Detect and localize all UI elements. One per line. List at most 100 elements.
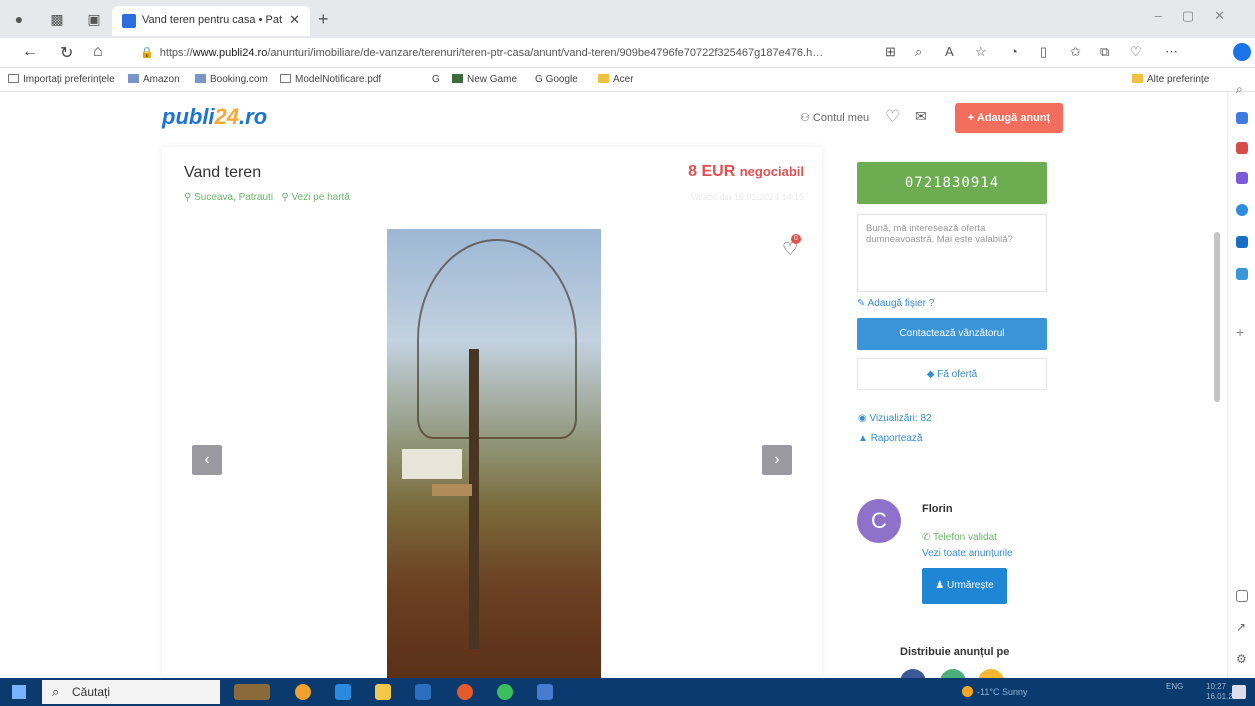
ad-title: Vand teren [184,164,262,181]
favorite-star-icon[interactable]: ☆ [975,44,987,60]
sidebar-external-icon[interactable]: ↗ [1236,620,1248,634]
system-lang[interactable]: ENG [1166,682,1183,692]
app-icon-2[interactable] [537,684,553,700]
windows-start-icon[interactable] [12,685,26,699]
sidebar-shopping-icon[interactable] [1236,112,1248,124]
bookmark-newgame[interactable]: New Game [452,74,517,85]
back-icon[interactable]: ← [22,43,38,61]
bookmark-pdf[interactable]: ModelNotificare.pdf [280,74,381,85]
sidebar-tools-icon[interactable] [1236,142,1248,154]
bookmark-acer[interactable]: Acer [598,74,634,85]
collections-icon[interactable]: ⧉ [1100,44,1109,60]
prev-photo-button[interactable]: ‹ [192,445,222,475]
bookmark-label: Importați preferințele [23,74,115,85]
weather-widget[interactable]: -11°C Sunny [962,686,1027,697]
sidebar-search-icon[interactable]: ⌕ [1236,82,1248,96]
phone-button[interactable]: 0721830914 [857,162,1047,204]
sidebar-settings-icon[interactable]: ⚙ [1236,652,1248,666]
site-logo[interactable]: publi24.ro [162,104,267,130]
views-count: ◉ Vizualizări: 82 [858,413,932,424]
bookmark-g-icon[interactable]: G [432,74,440,85]
taskbar-search-input[interactable]: ⌕ Căutați [42,680,220,704]
add-ad-button[interactable]: + Adaugă anunț [955,103,1063,133]
tab-actions-icon[interactable]: ▣ [85,10,103,28]
import-icon [8,74,19,83]
web-page: publi24.ro ⚇ Contul meu ♡ ✉ + Adaugă anu… [0,92,1227,695]
close-tab-icon[interactable]: ✕ [289,12,300,28]
favorites-heart-icon[interactable]: ♡ [885,107,900,127]
bookmark-other[interactable]: Alte preferințe [1132,74,1209,85]
messages-icon[interactable]: ✉ [915,108,927,125]
sidebar-games-icon[interactable] [1236,172,1248,184]
chrome-icon[interactable] [457,684,473,700]
account-label: Contul meu [812,112,870,124]
attach-file-link[interactable]: ✎ Adaugă fișier ? [857,298,934,309]
booking-icon [195,74,206,83]
browser-tab[interactable]: Vand teren pentru casa • Patrn… ✕ [112,6,310,36]
refresh-icon[interactable]: ↻ [60,43,73,63]
url-input[interactable]: 🔒 https://www.publi24.ro/anunturi/imobili… [140,42,880,64]
app-icon-1[interactable] [295,684,311,700]
search-icon: ⌕ [52,684,60,699]
new-tab-icon[interactable]: + [318,9,329,30]
game-icon [452,74,463,83]
message-textarea[interactable]: Bună, mă interesează oferta dumneavoastr… [857,214,1047,292]
whatsapp-icon[interactable] [497,684,513,700]
extension-icon[interactable]: ◔ [1010,44,1018,59]
add-favorite-icon[interactable]: ♡ 0 [782,234,801,260]
sidebar-add-icon[interactable]: + [1236,324,1248,340]
bookmark-label: Alte preferințe [1147,74,1210,85]
home-icon[interactable]: ⌂ [93,43,103,61]
sidebar-drop-icon[interactable] [1236,268,1248,280]
bookmark-booking[interactable]: Booking.com [195,74,268,85]
workspaces-icon[interactable]: ▩ [48,10,66,28]
bench-shape [432,484,472,496]
map-link[interactable]: Vezi pe hartă [292,192,350,203]
ad-date: Valabil din 15.01.2024 14:15 [690,192,804,202]
favorite-count-badge: 0 [791,234,801,244]
split-screen-icon[interactable]: ▯ [1040,44,1047,60]
bookmark-label: ModelNotificare.pdf [295,74,382,85]
profile-icon[interactable]: ● [10,10,28,28]
bookmark-google[interactable]: G Google [535,74,578,85]
bookmark-label: Google [545,74,578,85]
account-link[interactable]: ⚇ Contul meu [800,111,869,124]
bookmark-amazon[interactable]: Amazon [128,74,180,85]
sidebar-office-icon[interactable] [1236,204,1248,216]
zoom-icon[interactable]: ⌕ [915,44,922,60]
seller-name[interactable]: Florin [922,503,953,515]
widgets-icon[interactable] [234,684,270,700]
seller-avatar[interactable]: C [857,499,901,543]
bookmark-import[interactable]: Importați preferințele [8,74,115,85]
edge-taskbar-icon[interactable] [335,684,351,700]
make-offer-button[interactable]: ◆ Fă ofertă [857,358,1047,390]
logo-main: publi [162,104,215,129]
attach-label: Adaugă fișier ? [867,298,935,309]
sun-icon [962,686,973,697]
logo-accent: 24 [214,104,240,129]
performance-icon[interactable]: ♡ [1130,44,1142,60]
notifications-icon[interactable] [1232,685,1246,699]
follow-button[interactable]: ♟ Urmărește [922,568,1007,604]
more-icon[interactable]: ⋯ [1165,44,1178,60]
window-controls[interactable]: –▢✕ [1155,8,1245,24]
phone-validated-label: Telefon validat [932,532,997,543]
read-aloud-icon[interactable]: A [945,44,954,59]
sidebar-split-icon[interactable] [1236,590,1248,602]
apps-icon[interactable]: ⊞ [885,44,896,60]
url-host: www.publi24.ro [192,47,268,59]
copilot-icon[interactable] [1233,43,1251,61]
all-ads-link[interactable]: Vezi toate anunțurile [922,548,1013,559]
report-link[interactable]: ▲ Raportează [858,433,922,444]
next-photo-button[interactable]: › [762,445,792,475]
contact-seller-button[interactable]: Contactează vânzătorul [857,318,1047,350]
search-label: Căutați [72,685,111,699]
location-text[interactable]: Suceava, Patrauti [194,192,273,203]
page-scrollbar[interactable] [1214,232,1220,402]
sidebar-outlook-icon[interactable] [1236,236,1248,248]
ad-photo[interactable] [387,229,601,678]
store-icon[interactable] [415,684,431,700]
file-explorer-icon[interactable] [375,684,391,700]
favorites-icon[interactable]: ✩ [1070,44,1081,60]
price-note: negociabil [739,164,804,179]
